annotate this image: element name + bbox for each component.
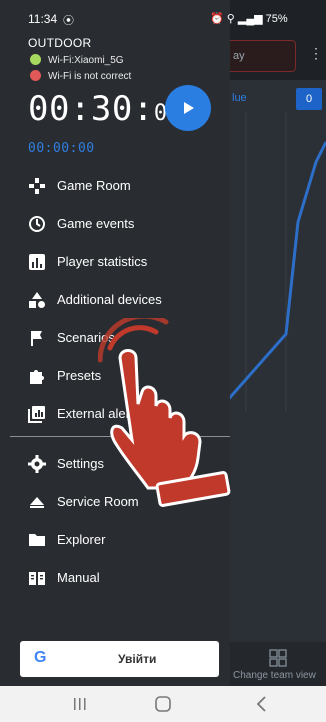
external-alert-icon (28, 406, 45, 423)
google-signin-button[interactable]: G Увійти (20, 641, 219, 677)
nav-item-explorer[interactable]: Explorer (0, 522, 230, 558)
main-timer: 00:30:00 (28, 89, 181, 129)
recent-apps-icon[interactable] (70, 694, 90, 714)
google-logo-icon: G (34, 649, 47, 666)
wifi-error-icon (30, 70, 41, 81)
gamepad-icon (29, 178, 45, 194)
main-timer-value: 00:30: (28, 89, 154, 129)
nav-label: Settings (57, 456, 104, 471)
wifi-status-row: Wi-Fi:Xiaomi_5G (30, 54, 124, 66)
gear-icon (28, 455, 46, 473)
puzzle-icon (30, 370, 44, 384)
play-icon (184, 102, 194, 114)
nav-label: Game events (57, 216, 135, 231)
nav-label: Game Room (57, 178, 131, 193)
back-icon[interactable] (252, 694, 272, 714)
nav-item-additional-devices[interactable]: Additional devices (0, 282, 230, 318)
nav-label: Presets (57, 368, 102, 383)
shapes-icon (29, 292, 45, 308)
flag-icon (31, 331, 42, 346)
timer-icon (29, 216, 45, 232)
system-navigation-bar (0, 686, 326, 722)
mode-label: OUTDOOR (28, 36, 92, 50)
secondary-timer: 00:00:00 (28, 141, 95, 156)
nav-item-game-room[interactable]: Game Room (0, 168, 230, 204)
book-icon (29, 572, 45, 585)
alarm-icon: ⏰ (210, 13, 224, 25)
eject-icon (30, 497, 44, 508)
change-team-view-icon[interactable] (268, 648, 288, 668)
change-team-view-label[interactable]: Change team view (233, 670, 316, 681)
nav-item-game-events[interactable]: Game events (0, 206, 230, 242)
nav-item-player-statistics[interactable]: Player statistics (0, 244, 230, 280)
nav-label: Player statistics (57, 254, 148, 269)
battery-level: 75% (265, 13, 288, 25)
wifi-ok-icon (30, 54, 41, 65)
background-name-input[interactable]: ay (222, 40, 296, 72)
play-button[interactable] (165, 85, 211, 131)
signal-icon: ▂▄▆ (237, 13, 263, 25)
overflow-menu-icon[interactable]: ⋮ (309, 45, 323, 62)
sync-icon: ⦿ (63, 15, 74, 27)
signin-label: Увійти (118, 652, 157, 666)
wifi-warning-label: Wi-Fi is not correct (48, 71, 132, 82)
nav-label: Manual (57, 570, 100, 585)
tap-gesture-hand-icon (98, 318, 231, 507)
status-time: 11:34 (28, 12, 58, 26)
folder-icon (29, 534, 45, 546)
wifi-warning-row: Wi-Fi is not correct (30, 70, 131, 82)
home-icon[interactable] (153, 694, 173, 714)
background-line-chart (226, 112, 326, 412)
nav-label: Explorer (57, 532, 106, 547)
status-icons: ⏰ ⚲ ▂▄▆ 75% (210, 12, 288, 25)
nav-item-manual[interactable]: Manual (0, 560, 230, 596)
bar-chart-icon (29, 254, 45, 270)
location-icon: ⚲ (226, 13, 235, 25)
team-score: 0 (296, 88, 322, 110)
wifi-status-label: Wi-Fi:Xiaomi_5G (48, 55, 124, 66)
team-label: lue (232, 92, 247, 104)
nav-label: Additional devices (57, 292, 162, 307)
